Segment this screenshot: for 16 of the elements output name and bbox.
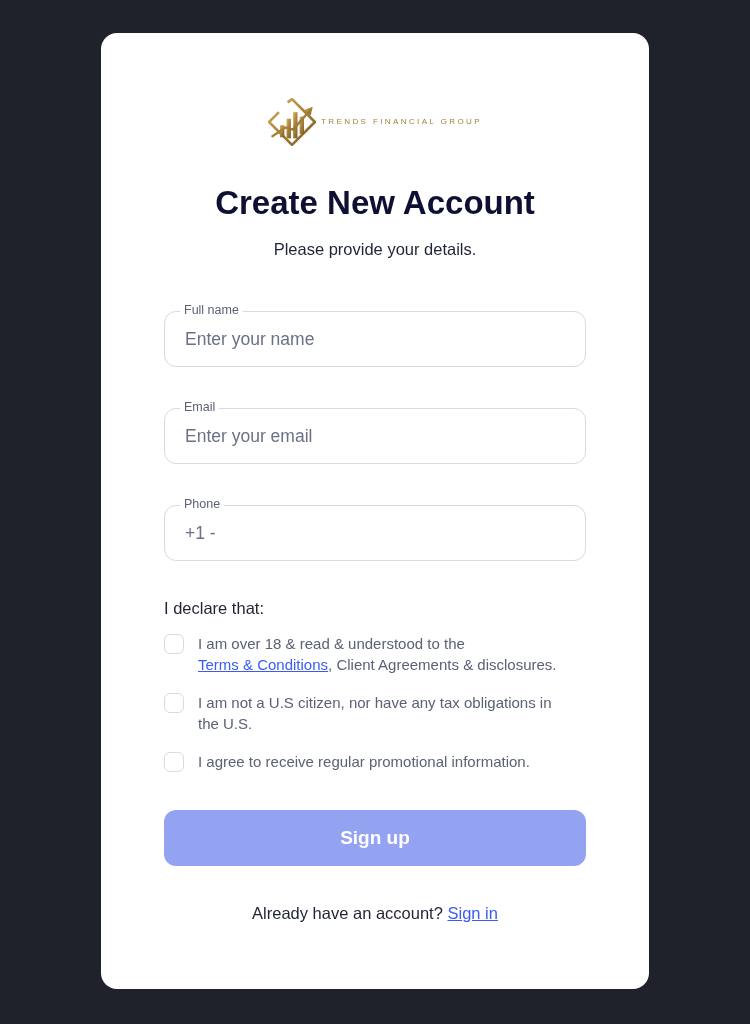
declaration-heading: I declare that:: [164, 598, 265, 619]
checkbox[interactable]: [164, 751, 184, 772]
field-label: Email: [180, 401, 220, 414]
field-label: Full name: [180, 304, 243, 317]
declaration-text: I am over 18 & read & understood to the Terms & Conditions, Client Agreements & disclosures.: [198, 634, 557, 675]
declaration-text: I am not a U.S citizen, nor have any tax obligations in the U.S.: [198, 693, 553, 734]
checkbox[interactable]: [164, 633, 184, 654]
declaration-text: I agree to receive regular promotional information.: [198, 752, 530, 772]
rising-chart-logo-icon: [268, 98, 316, 146]
signin-prompt: Already have an account? Sign in: [251, 903, 499, 924]
page-subtitle: Please provide your details.: [272, 239, 478, 260]
brand-name: TRENDS FINANCIAL GROUP: [321, 117, 482, 127]
field-label: Phone: [180, 498, 225, 511]
page-title: Create New Account: [214, 184, 536, 222]
signin-link[interactable]: Sign in: [447, 904, 498, 922]
checkbox[interactable]: [164, 692, 184, 713]
